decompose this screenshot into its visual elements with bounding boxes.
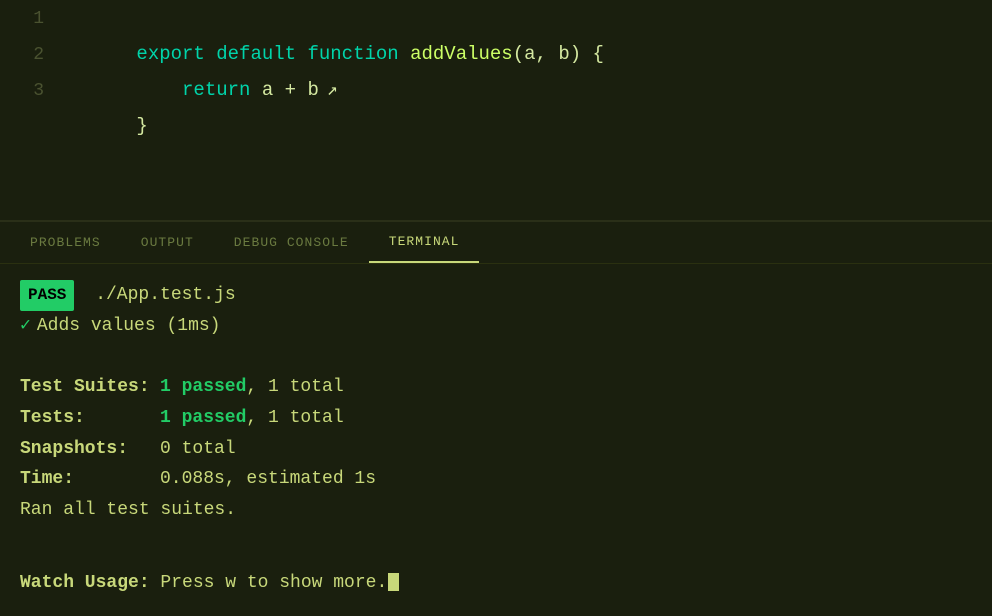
token-params: (a, b) { — [513, 43, 604, 65]
stat-row-suites: Test Suites: 1 passed, 1 total — [20, 372, 972, 403]
cursor-arrow-icon: ↗ — [327, 73, 338, 109]
line-number-2: 2 — [0, 37, 60, 73]
tab-debug-console-label: DEBUG CONSOLE — [234, 235, 349, 250]
code-content-3: } — [68, 72, 148, 180]
token-return-value: a + b — [262, 79, 319, 101]
stat-value-suites-total: , 1 total — [246, 372, 343, 403]
tab-problems-label: PROBLEMS — [30, 235, 101, 250]
terminal-cursor — [388, 573, 399, 591]
test-file-path: ./App.test.js — [84, 285, 235, 305]
terminal-content: PASS ./App.test.js ✓ Adds values (1ms) Te… — [0, 264, 992, 615]
stat-value-time: 0.088s, estimated 1s — [160, 464, 376, 495]
pass-line: PASS ./App.test.js — [20, 280, 972, 311]
token-close-brace: } — [136, 115, 147, 137]
code-editor: 1 export default function addValues(a, b… — [0, 0, 992, 220]
stat-value-tests-total: , 1 total — [246, 403, 343, 434]
stat-label-snapshots: Snapshots: — [20, 434, 160, 465]
watch-usage-line: Watch Usage: Press w to show more. — [20, 568, 972, 599]
stat-label-time: Time: — [20, 464, 160, 495]
stat-label-tests: Tests: — [20, 403, 160, 434]
line-number-3: 3 — [0, 73, 60, 109]
stat-row-snapshots: Snapshots: 0 total — [20, 434, 972, 465]
test-name-text: Adds values (1ms) — [37, 316, 221, 336]
tab-terminal-label: TERMINAL — [389, 234, 460, 249]
tab-problems[interactable]: PROBLEMS — [10, 222, 121, 263]
code-line-1: 1 export default function addValues(a, b… — [0, 0, 992, 36]
stat-label-suites: Test Suites: — [20, 372, 160, 403]
check-mark-icon: ✓ — [20, 316, 31, 336]
line-number-1: 1 — [0, 1, 60, 37]
stat-row-time: Time: 0.088s, estimated 1s — [20, 464, 972, 495]
ran-all-text: Ran all test suites. — [20, 500, 236, 520]
stat-value-snapshots: 0 total — [160, 434, 236, 465]
stat-row-tests: Tests: 1 passed, 1 total — [20, 403, 972, 434]
bottom-panel: PROBLEMS OUTPUT DEBUG CONSOLE TERMINAL P… — [0, 222, 992, 616]
ran-all-line: Ran all test suites. — [20, 495, 972, 526]
tabs-bar: PROBLEMS OUTPUT DEBUG CONSOLE TERMINAL — [0, 222, 992, 264]
tab-debug-console[interactable]: DEBUG CONSOLE — [214, 222, 369, 263]
watch-usage-label: Watch Usage: — [20, 573, 150, 593]
token-return: return — [136, 79, 261, 101]
stat-value-suites-green: 1 passed — [160, 372, 246, 403]
tab-output[interactable]: OUTPUT — [121, 222, 214, 263]
watch-usage-value: Press w to show more. — [150, 573, 388, 593]
pass-badge: PASS — [20, 280, 74, 311]
tab-terminal[interactable]: TERMINAL — [369, 222, 480, 263]
test-result-line: ✓ Adds values (1ms) — [20, 311, 972, 342]
stat-value-tests-green: 1 passed — [160, 403, 246, 434]
tab-output-label: OUTPUT — [141, 235, 194, 250]
token-fn-name: addValues — [410, 43, 513, 65]
